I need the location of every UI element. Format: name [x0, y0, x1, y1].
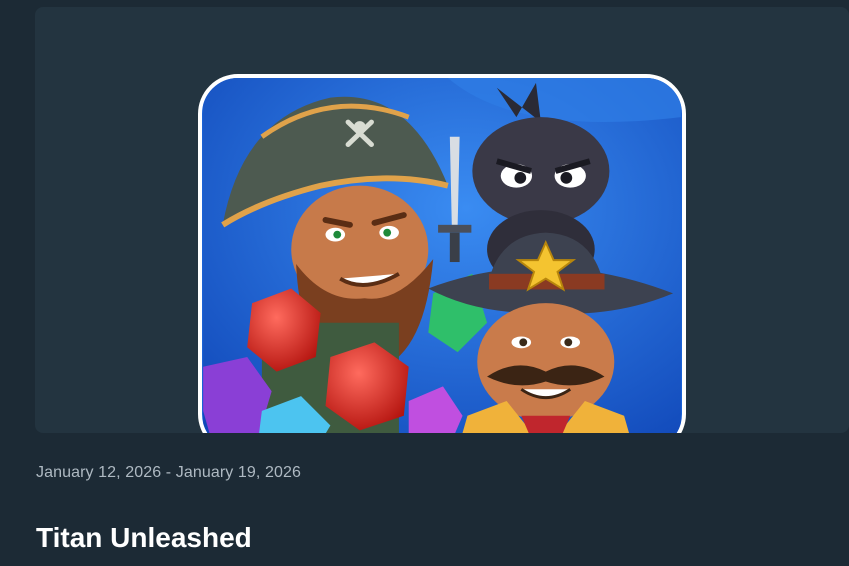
event-date-range: January 12, 2026 - January 19, 2026	[36, 464, 302, 481]
game-title[interactable]: Titan Unleashed	[36, 522, 252, 554]
game-icon-image[interactable]	[198, 74, 686, 433]
game-card-media[interactable]	[35, 7, 849, 433]
